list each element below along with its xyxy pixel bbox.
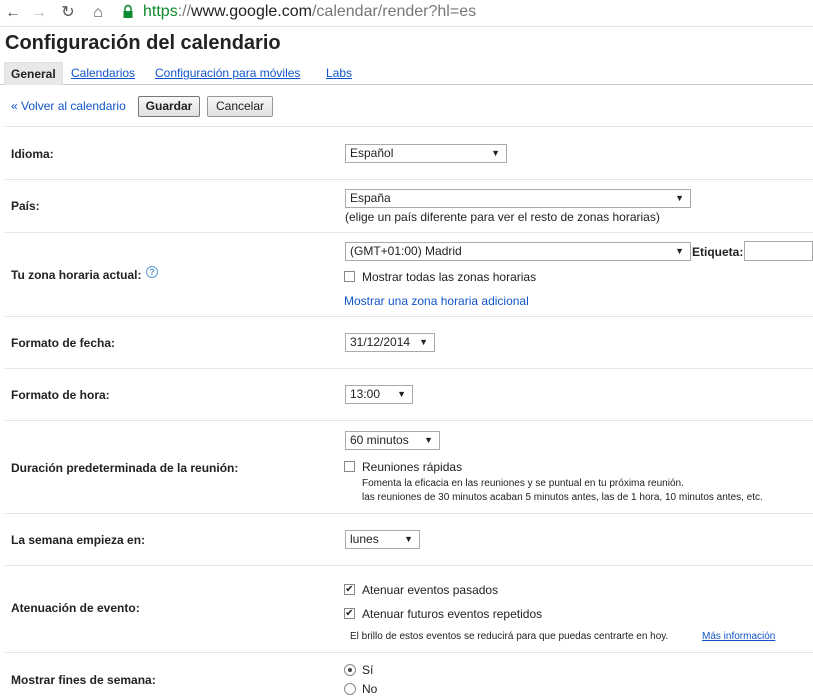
divider — [5, 420, 813, 421]
timezone-value: (GMT+01:00) Madrid — [350, 244, 462, 258]
lock-icon — [123, 4, 133, 18]
divider — [5, 565, 813, 566]
country-value: España — [350, 191, 391, 205]
save-button[interactable]: Guardar — [138, 96, 200, 117]
meeting-duration-label: Duración predeterminada de la reunión: — [11, 461, 239, 475]
date-format-select[interactable]: 31/12/2014 ▼ — [345, 333, 435, 352]
show-all-timezones-checkbox[interactable] — [344, 271, 355, 282]
weekends-no-label: No — [362, 682, 378, 696]
timezone-label: Tu zona horaria actual: — [11, 268, 142, 282]
back-icon[interactable]: ← — [3, 3, 23, 23]
event-dimming-label: Atenuación de evento: — [11, 601, 140, 615]
dim-past-events-checkbox[interactable]: ✔ — [344, 584, 355, 595]
week-start-select[interactable]: lunes ▼ — [345, 530, 420, 549]
week-start-value: lunes — [350, 532, 379, 546]
dim-past-events-label: Atenuar eventos pasados — [362, 583, 499, 597]
help-icon[interactable]: ? — [146, 266, 158, 278]
language-select[interactable]: Español ▼ — [345, 144, 507, 163]
url-scheme: https — [143, 3, 178, 20]
dim-future-events-checkbox[interactable]: ✔ — [344, 608, 355, 619]
show-all-timezones-label: Mostrar todas las zonas horarias — [362, 270, 537, 284]
forward-icon[interactable]: → — [29, 3, 49, 23]
weekends-label: Mostrar fines de semana: — [11, 673, 156, 687]
address-bar[interactable]: https://www.google.com/calendar/render?h… — [143, 3, 476, 21]
language-value: Español — [350, 146, 394, 160]
timezone-select[interactable]: (GMT+01:00) Madrid ▼ — [345, 242, 691, 261]
speedy-meetings-desc-2: las reuniones de 30 minutos acaban 5 min… — [362, 492, 763, 503]
language-label: Idioma: — [11, 147, 54, 161]
timezone-tag-input[interactable] — [744, 241, 813, 261]
more-info-link[interactable]: Más información — [702, 631, 775, 642]
back-to-calendar-link[interactable]: « Volver al calendario — [11, 99, 126, 113]
speedy-meetings-checkbox[interactable] — [344, 461, 355, 472]
tab-calendars[interactable]: Calendarios — [71, 62, 135, 84]
week-start-label: La semana empieza en: — [11, 533, 146, 547]
country-hint: (elige un país diferente para ver el res… — [345, 210, 660, 224]
tab-labs[interactable]: Labs — [326, 62, 352, 84]
country-select[interactable]: España ▼ — [345, 189, 691, 208]
divider — [5, 126, 813, 127]
divider — [5, 232, 813, 233]
country-label: País: — [11, 199, 40, 213]
weekends-yes-radio[interactable] — [344, 664, 356, 676]
meeting-duration-value: 60 minutos — [350, 433, 409, 447]
divider — [5, 368, 813, 369]
time-format-label: Formato de hora: — [11, 388, 110, 402]
speedy-meetings-desc-1: Fomenta la eficacia en las reuniones y s… — [362, 478, 684, 489]
dim-future-events-label: Atenuar futuros eventos repetidos — [362, 607, 543, 621]
speedy-meetings-label: Reuniones rápidas — [362, 460, 463, 474]
reload-icon[interactable]: ↻ — [58, 3, 78, 23]
time-format-value: 13:00 — [350, 387, 381, 401]
chevron-down-icon: ▼ — [675, 193, 684, 203]
time-format-select[interactable]: 13:00 ▼ — [345, 385, 413, 404]
page-title: Configuración del calendario — [5, 32, 281, 54]
url-path: /calendar/render?hl=es — [311, 3, 477, 20]
date-format-value: 31/12/2014 — [350, 335, 411, 349]
weekends-yes-label: Sí — [362, 663, 374, 677]
chevron-down-icon: ▼ — [675, 246, 684, 256]
weekends-no-radio[interactable] — [344, 683, 356, 695]
divider — [5, 513, 813, 514]
chevron-down-icon: ▼ — [404, 534, 413, 544]
chevron-down-icon: ▼ — [397, 389, 406, 399]
url-separator: :// — [177, 3, 192, 20]
date-format-label: Formato de fecha: — [11, 336, 116, 350]
divider — [5, 652, 813, 653]
cancel-button[interactable]: Cancelar — [207, 96, 273, 117]
divider — [5, 179, 813, 180]
add-timezone-link[interactable]: Mostrar una zona horaria adicional — [344, 294, 529, 308]
event-dimming-note: El brillo de estos eventos se reducirá p… — [350, 631, 669, 642]
tab-general[interactable]: General — [4, 62, 63, 85]
timezone-tag-label: Etiqueta: — [692, 245, 744, 259]
tab-mobile-settings[interactable]: Configuración para móviles — [155, 62, 300, 84]
home-icon[interactable]: ⌂ — [88, 3, 108, 23]
meeting-duration-select[interactable]: 60 minutos ▼ — [345, 431, 440, 450]
divider — [5, 316, 813, 317]
chevron-down-icon: ▼ — [424, 435, 433, 445]
chevron-down-icon: ▼ — [419, 337, 428, 347]
chevron-down-icon: ▼ — [491, 148, 500, 158]
url-host: www.google.com — [191, 3, 312, 20]
